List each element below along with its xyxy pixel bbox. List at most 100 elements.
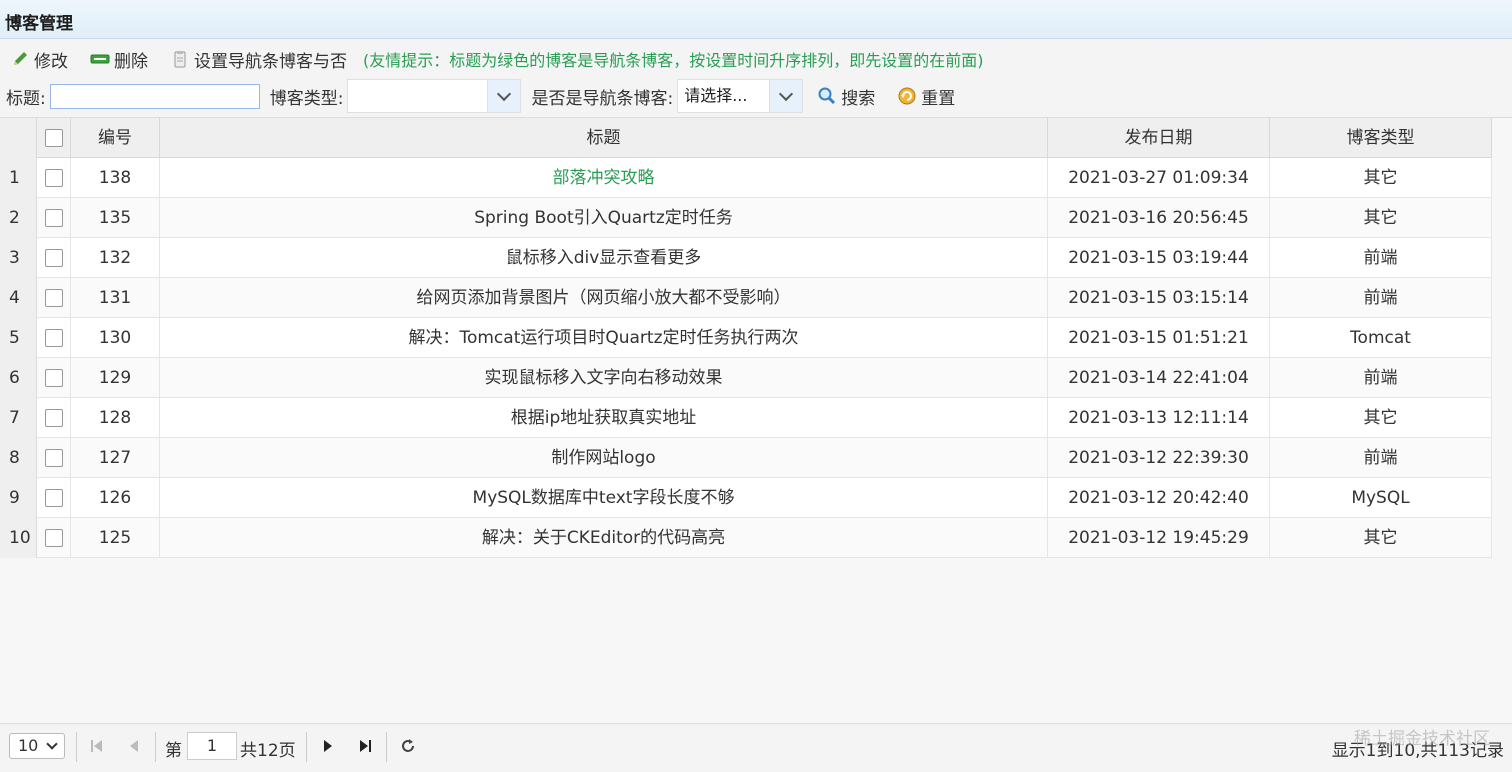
last-page-icon[interactable] [355, 736, 375, 756]
grid-scroll-gutter [1492, 118, 1512, 558]
page-size-select[interactable]: 10 [9, 733, 65, 759]
row-number: 10 [0, 518, 37, 558]
search-bar: 标题: 博客类型: 是否是导航条博客: 请选择... 搜索 重置 [0, 79, 955, 113]
column-header-id[interactable]: 编号 [71, 118, 160, 158]
row-checkbox[interactable] [37, 518, 71, 558]
reset-icon [897, 86, 917, 106]
column-header-date[interactable]: 发布日期 [1048, 118, 1270, 158]
nav-filter-label: 是否是导航条博客: [531, 88, 674, 109]
row-checkbox[interactable] [37, 158, 71, 198]
hint-text: (友情提示：标题为绿色的博客是导航条博客，按设置时间升序排列，即先设置的在前面) [363, 51, 984, 70]
set-nav-button[interactable]: 设置导航条博客与否 [170, 47, 347, 72]
prev-page-icon[interactable] [124, 736, 144, 756]
row-number: 8 [0, 438, 37, 478]
table-row[interactable]: 10 125 解决：关于CKEditor的代码高亮 2021-03-12 19:… [0, 518, 1492, 558]
table-row[interactable]: 4 131 给网页添加背景图片（网页缩小放大都不受影响） 2021-03-15 … [0, 278, 1492, 318]
row-id: 128 [71, 398, 160, 438]
select-all-checkbox[interactable] [37, 118, 71, 158]
divider [76, 732, 77, 762]
row-checkbox[interactable] [37, 318, 71, 358]
row-title: MySQL数据库中text字段长度不够 [160, 478, 1048, 518]
nav-filter-value: 请选择... [684, 86, 748, 105]
row-checkbox[interactable] [37, 358, 71, 398]
type-filter-select[interactable] [347, 79, 522, 113]
row-number: 3 [0, 238, 37, 278]
page-prefix: 第 [165, 741, 182, 761]
search-label: 搜索 [841, 88, 876, 109]
table-row[interactable]: 7 128 根据ip地址获取真实地址 2021-03-13 12:11:14 其… [0, 398, 1492, 438]
row-type: 其它 [1270, 198, 1492, 238]
row-type: 前端 [1270, 278, 1492, 318]
row-number: 4 [0, 278, 37, 318]
panel-header: 博客管理 [0, 0, 1512, 39]
row-date: 2021-03-15 03:15:14 [1048, 278, 1270, 318]
row-checkbox[interactable] [37, 438, 71, 478]
row-number-header [0, 118, 37, 158]
table-row[interactable]: 6 129 实现鼠标移入文字向右移动效果 2021-03-14 22:41:04… [0, 358, 1492, 398]
toolbar-actions: 修改 删除 设置导航条博客与否 (友情提示：标题为绿色的博客是导航条博客，按设置… [0, 45, 984, 73]
row-number: 1 [0, 158, 37, 198]
table-row[interactable]: 1 138 部落冲突攻略 2021-03-27 01:09:34 其它 [0, 158, 1492, 198]
clipboard-icon [170, 49, 190, 69]
row-title: 实现鼠标移入文字向右移动效果 [160, 358, 1048, 398]
row-id: 126 [71, 478, 160, 518]
divider [306, 732, 307, 762]
row-checkbox[interactable] [37, 478, 71, 518]
page-number-input[interactable]: 1 [187, 732, 237, 760]
row-id: 132 [71, 238, 160, 278]
nav-filter-select[interactable]: 请选择... [677, 79, 804, 113]
grid-empty-area [0, 558, 1512, 724]
row-title: 制作网站logo [160, 438, 1048, 478]
edit-button[interactable]: 修改 [10, 47, 68, 72]
row-date: 2021-03-12 22:39:30 [1048, 438, 1270, 478]
row-date: 2021-03-12 20:42:40 [1048, 478, 1270, 518]
type-filter-label: 博客类型: [269, 88, 344, 109]
row-title: 部落冲突攻略 [160, 158, 1048, 198]
column-header-title[interactable]: 标题 [160, 118, 1048, 158]
title-filter-input[interactable] [49, 83, 260, 109]
panel-title: 博客管理 [5, 14, 73, 34]
row-checkbox[interactable] [37, 278, 71, 318]
reset-button[interactable]: 重置 [897, 84, 955, 109]
row-date: 2021-03-27 01:09:34 [1048, 158, 1270, 198]
page-total: 共12页 [240, 741, 296, 761]
row-title: 解决：关于CKEditor的代码高亮 [160, 518, 1048, 558]
search-button[interactable]: 搜索 [817, 84, 875, 109]
delete-button[interactable]: 删除 [90, 47, 148, 72]
row-id: 131 [71, 278, 160, 318]
chevron-down-icon[interactable] [487, 80, 521, 112]
row-number: 7 [0, 398, 37, 438]
row-type: 其它 [1270, 398, 1492, 438]
row-type: 其它 [1270, 518, 1492, 558]
next-page-icon[interactable] [318, 736, 338, 756]
watermark: 稀土掘金技术社区 [1354, 729, 1490, 749]
column-header-type[interactable]: 博客类型 [1270, 118, 1492, 158]
row-checkbox[interactable] [37, 238, 71, 278]
type-filter-value [348, 80, 487, 112]
row-number: 6 [0, 358, 37, 398]
row-type: 其它 [1270, 158, 1492, 198]
table-row[interactable]: 9 126 MySQL数据库中text字段长度不够 2021-03-12 20:… [0, 478, 1492, 518]
table-row[interactable]: 5 130 解决：Tomcat运行项目时Quartz定时任务执行两次 2021-… [0, 318, 1492, 358]
row-id: 130 [71, 318, 160, 358]
chevron-down-icon[interactable] [769, 80, 803, 112]
divider [155, 732, 156, 762]
pencil-icon [10, 49, 30, 69]
row-number: 9 [0, 478, 37, 518]
row-type: 前端 [1270, 438, 1492, 478]
row-checkbox[interactable] [37, 198, 71, 238]
row-checkbox[interactable] [37, 398, 71, 438]
refresh-icon[interactable] [398, 736, 418, 756]
table-row[interactable]: 3 132 鼠标移入div显示查看更多 2021-03-15 03:19:44 … [0, 238, 1492, 278]
row-title: 鼠标移入div显示查看更多 [160, 238, 1048, 278]
row-date: 2021-03-16 20:56:45 [1048, 198, 1270, 238]
row-type: 前端 [1270, 358, 1492, 398]
row-id: 138 [71, 158, 160, 198]
row-id: 127 [71, 438, 160, 478]
table-row[interactable]: 8 127 制作网站logo 2021-03-12 22:39:30 前端 [0, 438, 1492, 478]
set-nav-label: 设置导航条博客与否 [194, 51, 347, 72]
chevron-down-icon [46, 738, 58, 750]
first-page-icon[interactable] [87, 736, 107, 756]
edit-label: 修改 [34, 51, 68, 72]
table-row[interactable]: 2 135 Spring Boot引入Quartz定时任务 2021-03-16… [0, 198, 1492, 238]
